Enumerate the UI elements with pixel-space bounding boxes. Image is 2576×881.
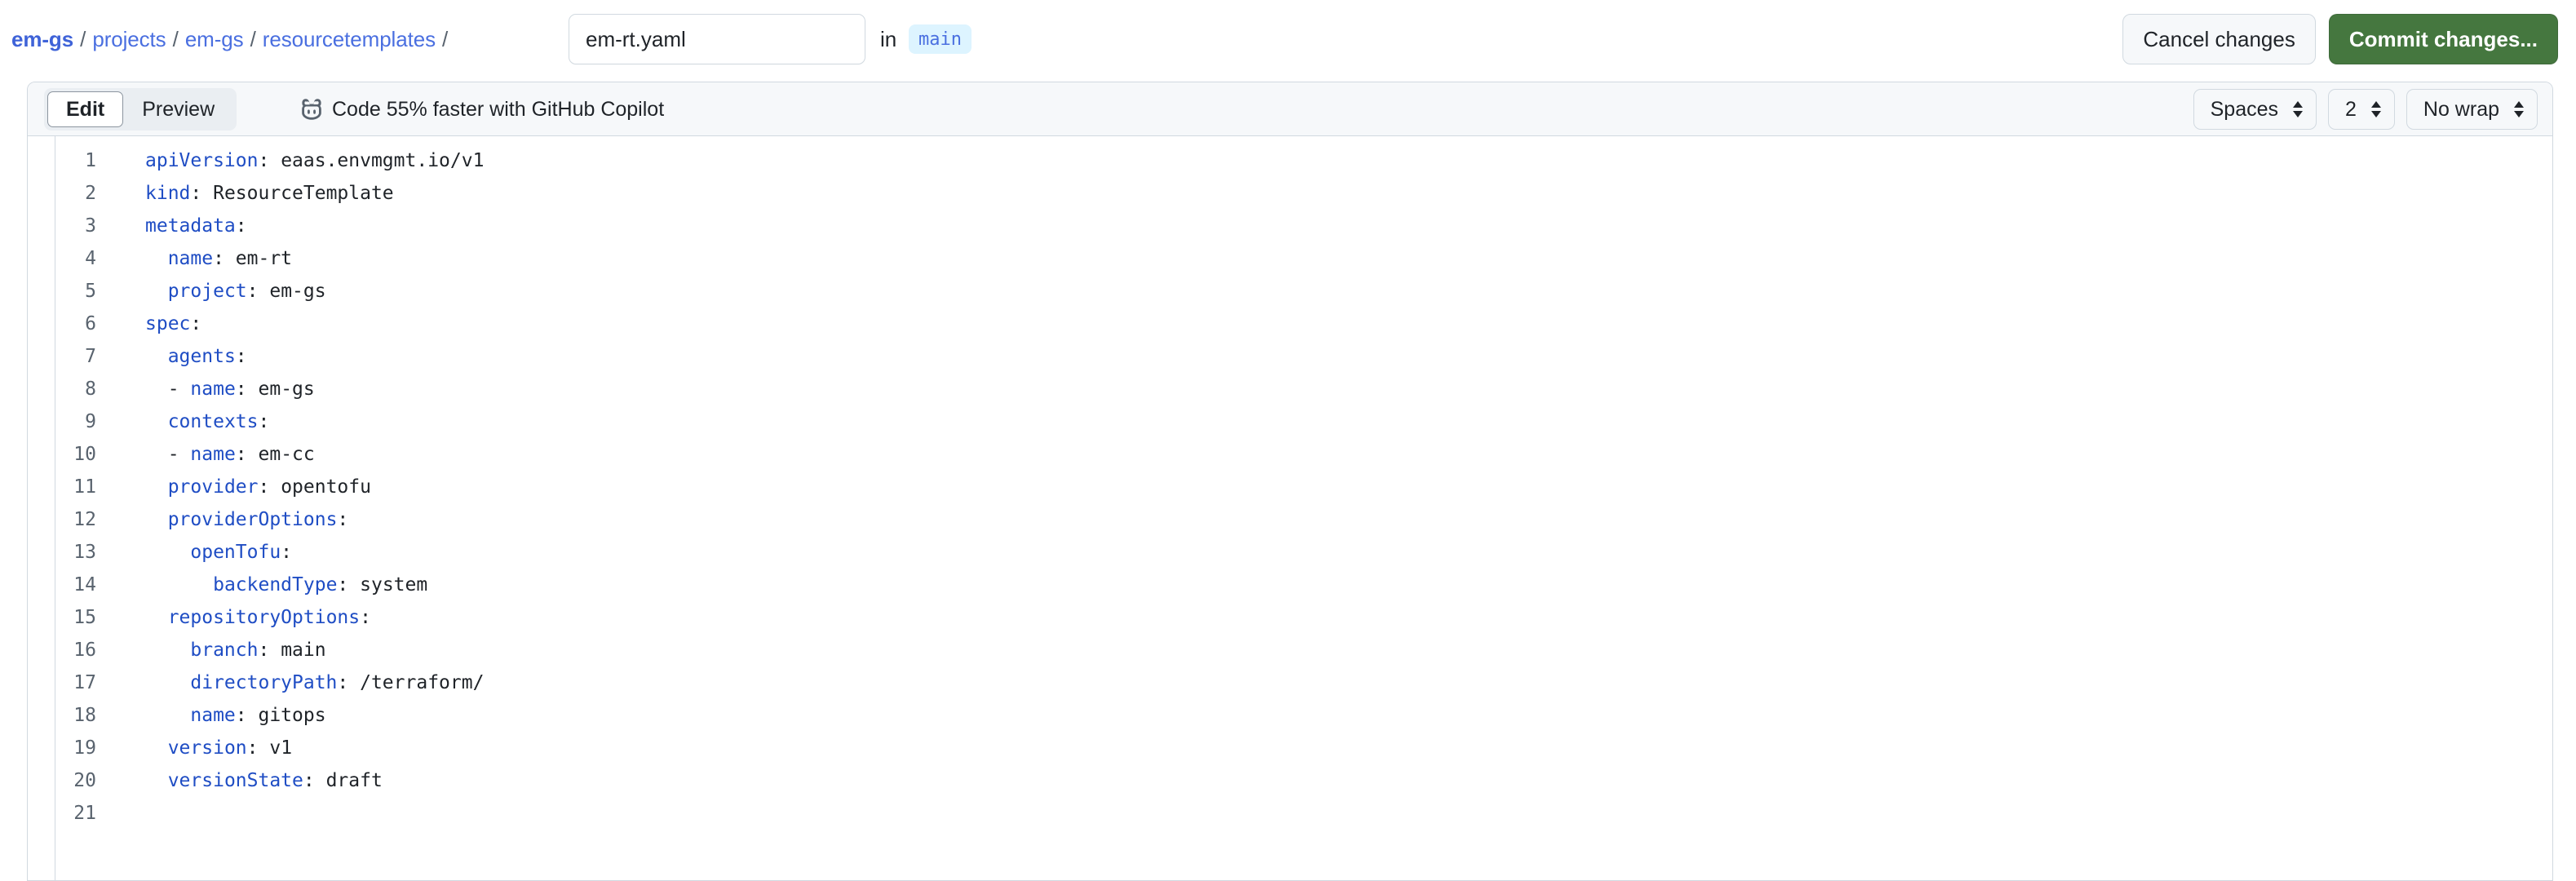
line-content[interactable]: name: em-rt [103,242,292,275]
indent-size-select-value: 2 [2345,97,2357,121]
page-header: em-gs / projects / em-gs / resourcetemplates / … [0,0,2576,78]
line-number: 4 [85,248,96,269]
breadcrumb-separator: / [172,26,179,51]
line-content[interactable]: backendType: system [103,569,427,601]
code-line: 2 kind: ResourceTemplate [28,177,2552,210]
code-line: 3 metadata: [28,210,2552,242]
line-number: 21 [73,803,96,824]
line-content[interactable]: repositoryOptions: [103,601,371,634]
code-line: 7 agents: [28,340,2552,373]
line-content[interactable]: spec: [103,308,201,340]
code-line: 20 versionState: draft [28,764,2552,797]
code-line: 12 providerOptions: [28,503,2552,536]
code-line: 9 contexts: [28,405,2552,438]
code-line: 10 - name: em-cc [28,438,2552,471]
line-number: 18 [73,705,96,726]
wrap-mode-select[interactable]: No wrap [2406,89,2538,130]
tab-preview[interactable]: Preview [123,91,233,127]
line-content[interactable]: versionState: draft [103,764,383,797]
commit-changes-button[interactable]: Commit changes... [2328,14,2558,64]
line-content[interactable]: apiVersion: eaas.envmgmt.io/v1 [103,144,484,177]
line-content[interactable]: - name: em-cc [103,438,315,471]
line-number: 13 [73,542,96,563]
copilot-icon [299,97,324,122]
breadcrumb: em-gs / projects / em-gs / resourcetemplates / [11,0,454,78]
breadcrumb-link-em-gs[interactable]: em-gs [185,27,244,52]
editor-settings: Spaces 2 No wrap [2193,89,2538,130]
wrap-mode-select-value: No wrap [2423,97,2499,121]
code-line: 8 - name: em-gs [28,373,2552,405]
line-number: 16 [73,640,96,661]
chevron-updown-icon [2512,100,2525,118]
breadcrumb-separator: / [441,26,449,51]
line-content[interactable]: metadata: [103,210,247,242]
code-line: 4 name: em-rt [28,242,2552,275]
editor-toolbar: Edit Preview Code 55% faster with GitHub … [28,82,2552,136]
line-number: 14 [73,574,96,595]
line-number: 9 [85,411,96,432]
copilot-hint-label: Code 55% faster with GitHub Copilot [332,97,665,121]
code-line: 13 openTofu: [28,536,2552,569]
indent-mode-select-value: Spaces [2210,97,2278,121]
line-number: 17 [73,672,96,693]
line-number: 6 [85,313,96,334]
code-line: 19 version: v1 [28,732,2552,764]
header-actions: Cancel changes Commit changes... [2122,14,2558,64]
line-content[interactable] [103,797,157,830]
code-line: 6 spec: [28,308,2552,340]
code-line: 21 [28,797,2552,830]
line-content[interactable]: kind: ResourceTemplate [103,177,394,210]
line-content[interactable]: provider: opentofu [103,471,371,503]
line-number: 2 [85,183,96,204]
code-line: 15 repositoryOptions: [28,601,2552,634]
line-number: 19 [73,737,96,759]
view-mode-tabs: Edit Preview [44,88,237,131]
line-number: 3 [85,215,96,237]
line-number: 1 [85,150,96,171]
line-number: 11 [73,476,96,498]
breadcrumb-link-em-gs[interactable]: em-gs [11,27,73,52]
code-lines: 1 apiVersion: eaas.envmgmt.io/v1 2 kind: Re… [28,144,2552,830]
code-line: 5 project: em-gs [28,275,2552,308]
breadcrumb-separator: / [80,26,86,51]
line-content[interactable]: project: em-gs [103,275,326,308]
cancel-changes-button[interactable]: Cancel changes [2122,14,2316,64]
code-line: 16 branch: main [28,634,2552,666]
line-content[interactable]: directoryPath: /terraform/ [103,666,484,699]
breadcrumb-separator: / [250,26,256,51]
line-content[interactable]: contexts: [103,405,270,438]
line-number: 7 [85,346,96,367]
chevron-updown-icon [2370,100,2383,118]
line-content[interactable]: openTofu: [103,536,292,569]
line-number: 10 [73,444,96,465]
line-content[interactable]: version: v1 [103,732,292,764]
code-line: 17 directoryPath: /terraform/ [28,666,2552,699]
line-content[interactable]: branch: main [103,634,325,666]
line-content[interactable]: agents: [103,340,247,373]
line-content[interactable]: providerOptions: [103,503,349,536]
tab-edit[interactable]: Edit [47,91,124,127]
line-number: 20 [73,770,96,791]
line-number: 12 [73,509,96,530]
branch-badge: main [909,24,972,54]
line-number: 15 [73,607,96,628]
indent-size-select[interactable]: 2 [2328,89,2395,130]
code-line: 14 backendType: system [28,569,2552,601]
chevron-updown-icon [2291,100,2304,118]
line-number: 8 [85,379,96,400]
code-line: 11 provider: opentofu [28,471,2552,503]
line-number: 5 [85,281,96,302]
file-editor: Edit Preview Code 55% faster with GitHub … [27,82,2553,881]
line-content[interactable]: name: gitops [103,699,325,732]
line-content[interactable]: - name: em-gs [103,373,315,405]
copilot-hint[interactable]: Code 55% faster with GitHub Copilot [299,82,664,136]
in-label: in [880,26,897,51]
code-line: 18 name: gitops [28,699,2552,732]
breadcrumb-link-resourcetemplates[interactable]: resourcetemplates [263,27,436,52]
breadcrumb-link-projects[interactable]: projects [92,27,166,52]
indent-mode-select[interactable]: Spaces [2193,89,2317,130]
code-line: 1 apiVersion: eaas.envmgmt.io/v1 [28,144,2552,177]
code-area[interactable]: 1 apiVersion: eaas.envmgmt.io/v1 2 kind: Re… [28,136,2552,880]
filename-input[interactable] [569,14,865,64]
